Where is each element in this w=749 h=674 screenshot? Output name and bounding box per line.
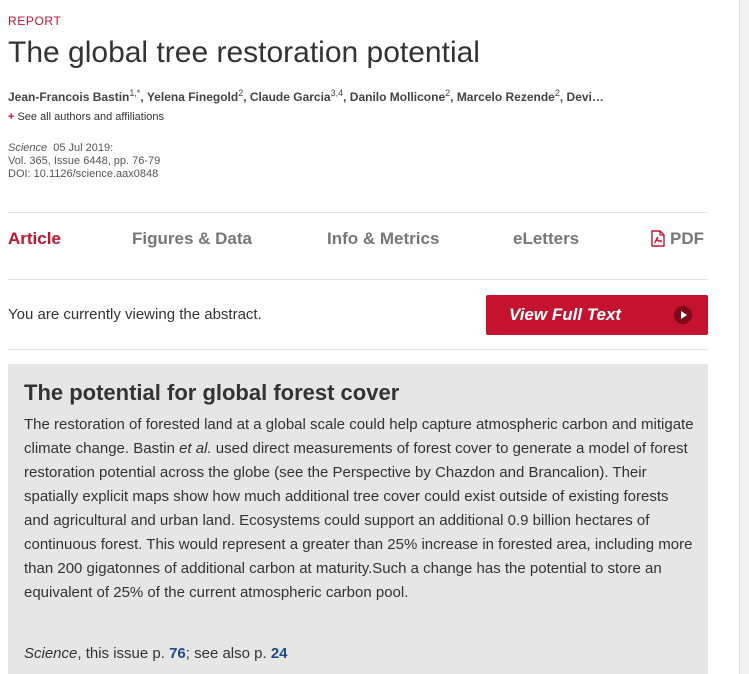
citation-meta: Science 05 Jul 2019: Vol. 365, Issue 644… <box>8 142 160 181</box>
author-affiliation: 1,* <box>129 88 141 98</box>
tab-pdf-label: PDF <box>670 229 704 248</box>
author-name[interactable]: Claude Garcia <box>250 90 331 104</box>
abstract-panel: The potential for global forest cover Th… <box>8 364 708 674</box>
article-category: REPORT <box>8 14 62 28</box>
article-tabs: Article Figures & Data Info & Metrics eL… <box>8 213 708 279</box>
author-affiliation: 2 <box>238 88 244 98</box>
author-name[interactable]: Marcelo Rezende <box>457 90 555 104</box>
divider <box>8 279 708 280</box>
author-name[interactable]: Danilo Mollicone <box>350 90 445 104</box>
tab-eletters[interactable]: eLetters <box>513 229 579 249</box>
abstract-heading: The potential for global forest cover <box>24 380 400 405</box>
publication-date: 05 Jul 2019: <box>53 142 114 154</box>
view-full-text-label: View Full Text <box>509 305 622 324</box>
abstract-text-italic: et al. <box>179 440 212 457</box>
author-affiliation: 3,4 <box>330 88 344 98</box>
see-all-authors-label: See all authors and affiliations <box>17 111 164 123</box>
tab-article[interactable]: Article <box>8 229 61 249</box>
author-affiliation: 2 <box>554 88 560 98</box>
view-full-text-button[interactable]: View Full Text <box>486 295 708 335</box>
plus-icon: + <box>8 111 15 123</box>
author-name[interactable]: Yelena Finegold <box>147 90 238 104</box>
volume-line: Vol. 365, Issue 6448, pp. 76-79 <box>8 155 161 167</box>
abstract-text: used direct measurements of forest cover… <box>24 440 693 601</box>
tab-pdf[interactable]: PDF <box>651 229 704 249</box>
pdf-icon <box>651 230 665 247</box>
author-name[interactable]: Devi… <box>567 90 604 104</box>
author-name[interactable]: Jean-Francois Bastin <box>8 90 129 104</box>
citation-page-link[interactable]: 24 <box>271 645 288 662</box>
article-title: The global tree restoration potential <box>8 36 480 69</box>
tab-info-metrics[interactable]: Info & Metrics <box>327 229 439 249</box>
citation-journal: Science <box>24 645 78 662</box>
doi-line: DOI: 10.1126/science.aax0848 <box>8 168 159 180</box>
citation-text: ; see also p. <box>185 645 271 662</box>
author-list: Jean-Francois Bastin1,*, Yelena Finegold… <box>8 88 604 104</box>
abstract-body: The restoration of forested land at a gl… <box>24 413 696 605</box>
see-all-authors-link[interactable]: + See all authors and affiliations <box>8 111 164 123</box>
scrollbar[interactable] <box>739 0 749 674</box>
divider <box>8 349 708 350</box>
citation-text: , this issue p. <box>77 645 170 662</box>
tab-figures-data[interactable]: Figures & Data <box>132 229 252 249</box>
abstract-citation: Science, this issue p. 76; see also p. 2… <box>24 645 288 662</box>
play-circle-icon <box>674 306 692 324</box>
journal-name: Science <box>8 142 48 154</box>
author-affiliation: 2 <box>445 88 451 98</box>
viewing-notice: You are currently viewing the abstract. <box>8 306 262 323</box>
citation-page-link[interactable]: 76 <box>169 645 186 662</box>
